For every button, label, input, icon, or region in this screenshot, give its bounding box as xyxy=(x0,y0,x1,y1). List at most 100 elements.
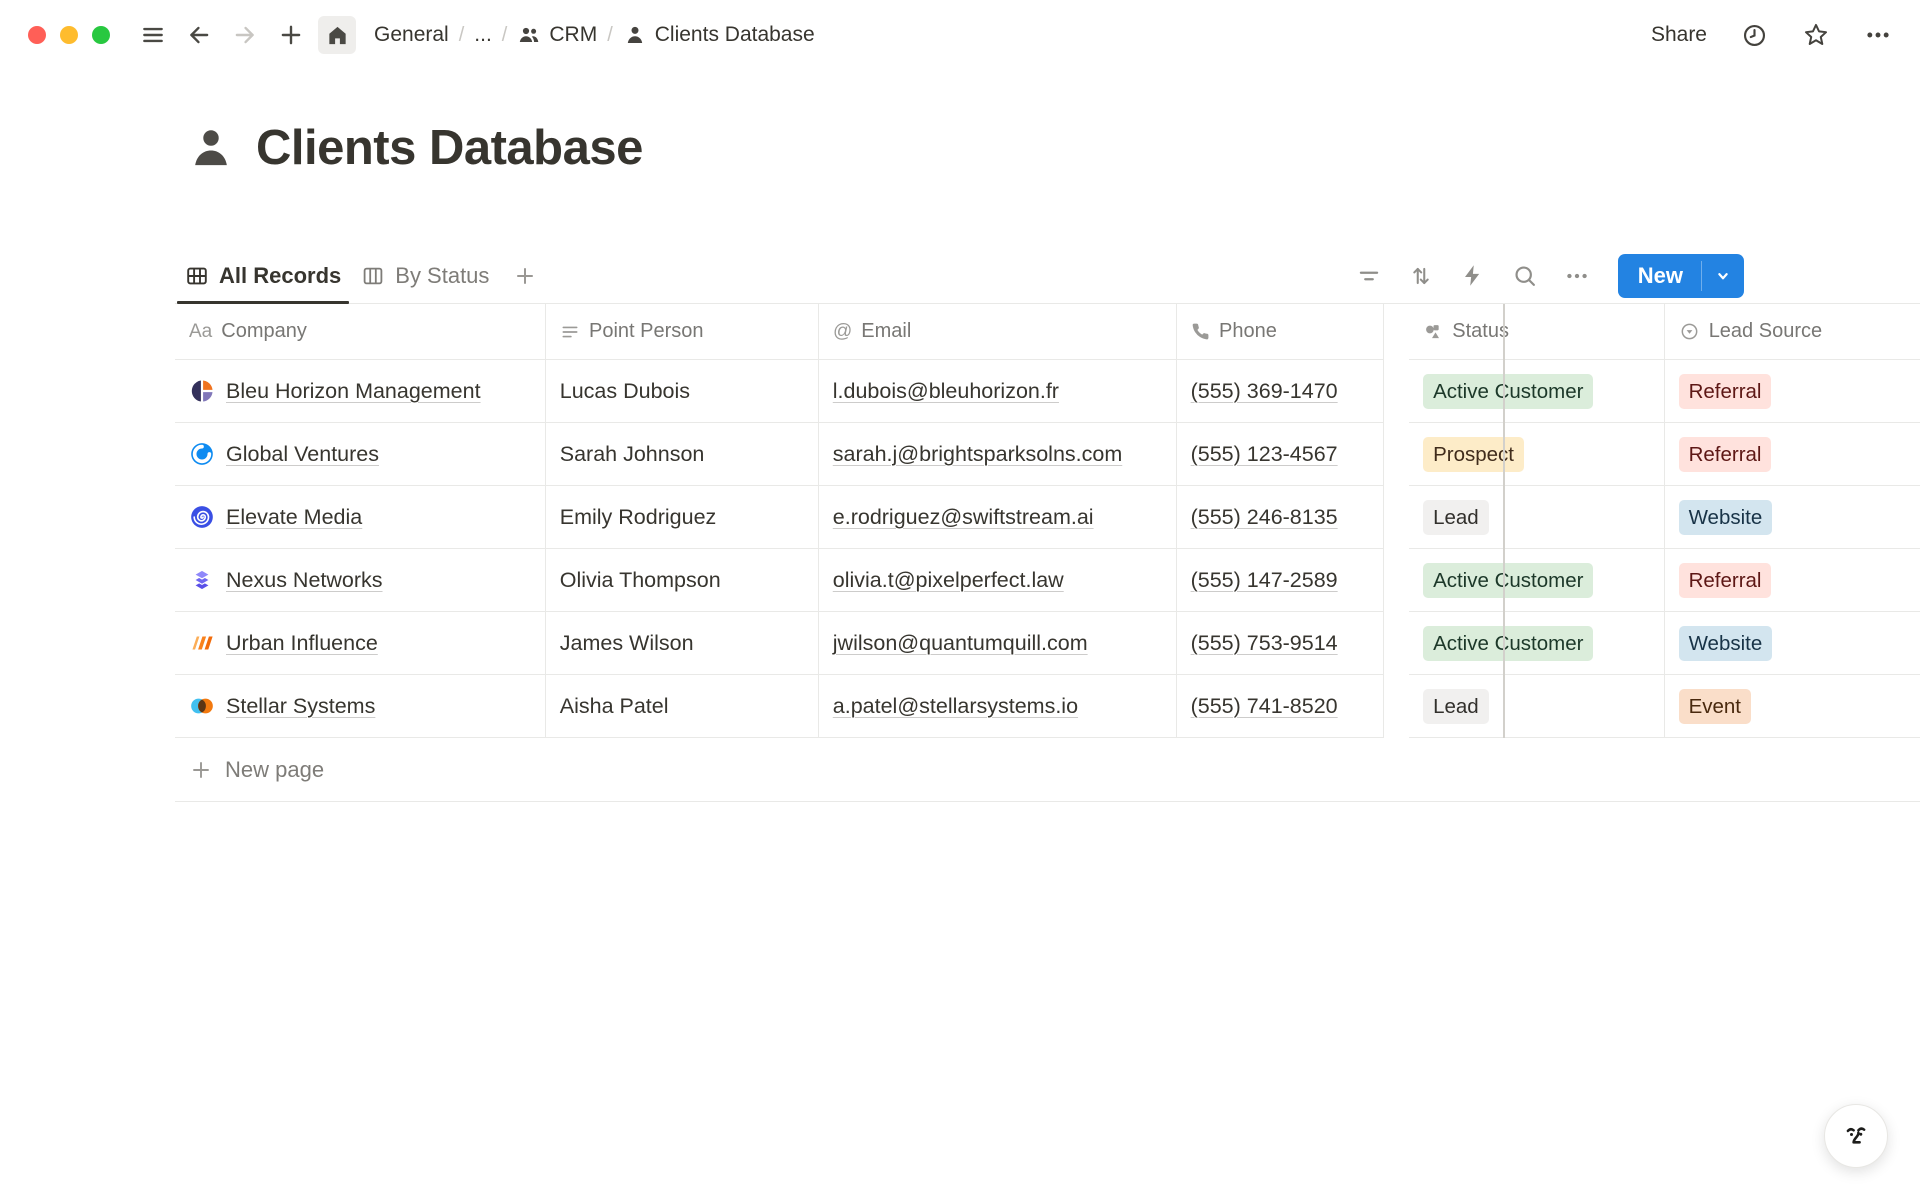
status-cell[interactable]: Active Customer xyxy=(1409,360,1665,423)
share-button[interactable]: Share xyxy=(1651,23,1707,47)
status-cell[interactable]: Prospect xyxy=(1409,423,1665,486)
table-row[interactable]: Nexus Networks Olivia Thompson olivia.t@… xyxy=(175,549,1920,612)
phone-cell[interactable]: (555) 246-8135 xyxy=(1177,486,1385,549)
phone-link[interactable]: (555) 147-2589 xyxy=(1191,568,1338,593)
email-link[interactable]: sarah.j@brightsparksolns.com xyxy=(833,442,1123,467)
favorite-star-icon[interactable] xyxy=(1802,21,1830,49)
view-more-icon[interactable] xyxy=(1558,257,1596,295)
company-link[interactable]: Global Ventures xyxy=(226,442,379,467)
table-row[interactable]: Urban Influence James Wilson jwilson@qua… xyxy=(175,612,1920,675)
email-link[interactable]: a.patel@stellarsystems.io xyxy=(833,694,1078,719)
table-row[interactable]: Stellar Systems Aisha Patel a.patel@stel… xyxy=(175,675,1920,738)
column-header-point-person[interactable]: Point Person xyxy=(546,304,819,360)
phone-cell[interactable]: (555) 369-1470 xyxy=(1177,360,1385,423)
phone-cell[interactable]: (555) 753-9514 xyxy=(1177,612,1385,675)
company-cell[interactable]: Bleu Horizon Management xyxy=(175,360,546,423)
new-tab-icon[interactable] xyxy=(272,16,310,54)
breadcrumb-item-crm[interactable]: CRM xyxy=(509,19,605,51)
phone-cell[interactable]: (555) 741-8520 xyxy=(1177,675,1385,738)
breadcrumb-item-collapsed[interactable]: ... xyxy=(466,19,500,51)
lead-source-cell[interactable]: Website xyxy=(1665,486,1920,549)
lead-source-badge: Referral xyxy=(1679,374,1772,409)
filter-icon[interactable] xyxy=(1350,257,1388,295)
search-icon[interactable] xyxy=(1506,257,1544,295)
column-header-lead-source[interactable]: Lead Source xyxy=(1665,304,1920,360)
phone-link[interactable]: (555) 246-8135 xyxy=(1191,505,1338,530)
new-page-row[interactable]: New page xyxy=(175,738,1920,802)
point-person-cell[interactable]: Emily Rodriguez xyxy=(546,486,819,549)
phone-cell[interactable]: (555) 123-4567 xyxy=(1177,423,1385,486)
company-cell[interactable]: Elevate Media xyxy=(175,486,546,549)
home-icon[interactable] xyxy=(318,16,356,54)
phone-link[interactable]: (555) 123-4567 xyxy=(1191,442,1338,467)
phone-link[interactable]: (555) 741-8520 xyxy=(1191,694,1338,719)
lead-source-cell[interactable]: Referral xyxy=(1665,549,1920,612)
company-cell[interactable]: Nexus Networks xyxy=(175,549,546,612)
company-logo-blue-spiral-icon xyxy=(189,504,215,530)
company-link[interactable]: Elevate Media xyxy=(226,505,362,530)
column-header-company[interactable]: Aa Company xyxy=(175,304,546,360)
phone-link[interactable]: (555) 753-9514 xyxy=(1191,631,1338,656)
phone-cell[interactable]: (555) 147-2589 xyxy=(1177,549,1385,612)
email-cell[interactable]: a.patel@stellarsystems.io xyxy=(819,675,1177,738)
email-cell[interactable]: jwilson@quantumquill.com xyxy=(819,612,1177,675)
email-cell[interactable]: l.dubois@bleuhorizon.fr xyxy=(819,360,1177,423)
new-record-button[interactable]: New xyxy=(1618,254,1744,298)
board-view-icon xyxy=(361,264,385,288)
automations-zap-icon[interactable] xyxy=(1454,257,1492,295)
status-cell[interactable]: Active Customer xyxy=(1409,549,1665,612)
email-link[interactable]: e.rodriguez@swiftstream.ai xyxy=(833,505,1094,530)
email-link[interactable]: jwilson@quantumquill.com xyxy=(833,631,1088,656)
company-cell[interactable]: Urban Influence xyxy=(175,612,546,675)
lead-source-cell[interactable]: Website xyxy=(1665,612,1920,675)
tab-by-status[interactable]: By Status xyxy=(351,248,499,303)
lead-source-cell[interactable]: Referral xyxy=(1665,360,1920,423)
clock-icon[interactable] xyxy=(1741,22,1768,49)
zoom-window-button[interactable] xyxy=(92,26,110,44)
breadcrumb-item-clients-database[interactable]: Clients Database xyxy=(615,19,823,51)
point-person-cell[interactable]: Olivia Thompson xyxy=(546,549,819,612)
company-cell[interactable]: Global Ventures xyxy=(175,423,546,486)
column-header-status[interactable]: Status xyxy=(1409,304,1664,360)
page-title[interactable]: Clients Database xyxy=(256,120,643,176)
phone-link[interactable]: (555) 369-1470 xyxy=(1191,379,1338,404)
add-view-icon[interactable] xyxy=(513,264,537,288)
email-cell[interactable]: e.rodriguez@swiftstream.ai xyxy=(819,486,1177,549)
point-person-cell[interactable]: James Wilson xyxy=(546,612,819,675)
email-cell[interactable]: sarah.j@brightsparksolns.com xyxy=(819,423,1177,486)
lead-source-cell[interactable]: Referral xyxy=(1665,423,1920,486)
table-row[interactable]: Bleu Horizon Management Lucas Dubois l.d… xyxy=(175,360,1920,423)
sort-icon[interactable] xyxy=(1402,257,1440,295)
tab-all-records[interactable]: All Records xyxy=(175,248,351,303)
status-cell[interactable]: Lead xyxy=(1409,486,1665,549)
back-icon[interactable] xyxy=(180,16,218,54)
email-cell[interactable]: olivia.t@pixelperfect.law xyxy=(819,549,1177,612)
point-person-cell[interactable]: Sarah Johnson xyxy=(546,423,819,486)
breadcrumb-item-general[interactable]: General xyxy=(366,19,457,51)
page-icon-person[interactable] xyxy=(186,123,236,173)
status-cell[interactable]: Lead xyxy=(1409,675,1665,738)
table-row[interactable]: Elevate Media Emily Rodriguez e.rodrigue… xyxy=(175,486,1920,549)
lead-source-cell[interactable]: Event xyxy=(1665,675,1920,738)
point-person-cell[interactable]: Aisha Patel xyxy=(546,675,819,738)
company-link[interactable]: Nexus Networks xyxy=(226,568,383,593)
company-link[interactable]: Urban Influence xyxy=(226,631,378,656)
close-window-button[interactable] xyxy=(28,26,46,44)
company-link[interactable]: Stellar Systems xyxy=(226,694,375,719)
table-row[interactable]: Global Ventures Sarah Johnson sarah.j@br… xyxy=(175,423,1920,486)
forward-icon[interactable] xyxy=(226,16,264,54)
company-link[interactable]: Bleu Horizon Management xyxy=(226,379,481,404)
column-header-phone[interactable]: Phone xyxy=(1177,304,1384,360)
company-cell[interactable]: Stellar Systems xyxy=(175,675,546,738)
email-link[interactable]: olivia.t@pixelperfect.law xyxy=(833,568,1064,593)
frozen-columns-divider[interactable] xyxy=(1503,304,1505,738)
status-cell[interactable]: Active Customer xyxy=(1409,612,1665,675)
minimize-window-button[interactable] xyxy=(60,26,78,44)
column-header-email[interactable]: @ Email xyxy=(819,304,1177,360)
point-person-cell[interactable]: Lucas Dubois xyxy=(546,360,819,423)
notion-ai-face-button[interactable] xyxy=(1824,1104,1888,1168)
sidebar-toggle-icon[interactable] xyxy=(134,16,172,54)
more-options-icon[interactable] xyxy=(1864,21,1892,49)
new-record-dropdown-chevron-icon[interactable] xyxy=(1702,254,1744,298)
email-link[interactable]: l.dubois@bleuhorizon.fr xyxy=(833,379,1059,404)
